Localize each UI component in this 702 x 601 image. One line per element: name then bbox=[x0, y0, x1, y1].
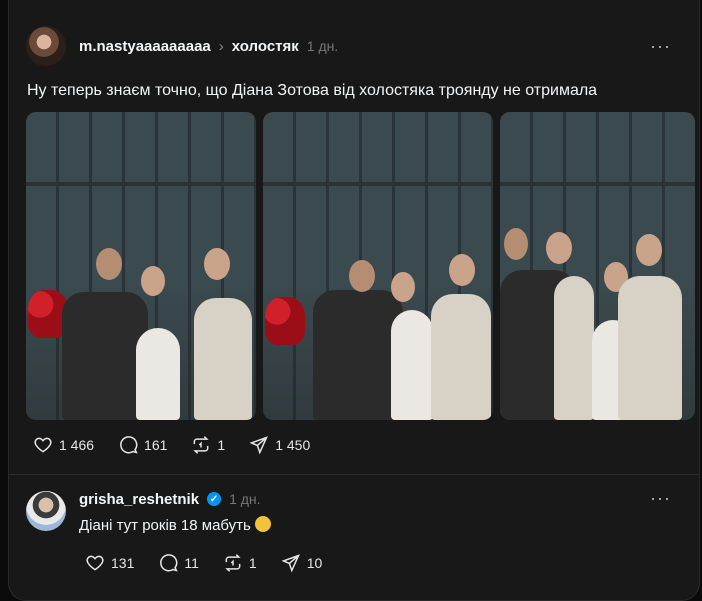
repost-icon bbox=[193, 436, 210, 454]
post-avatar[interactable] bbox=[26, 26, 66, 66]
person-head bbox=[349, 260, 375, 292]
person-head bbox=[96, 248, 122, 280]
comment-count: 161 bbox=[144, 437, 168, 453]
post-username[interactable]: m.nastyaaaaaaaaa bbox=[79, 38, 211, 55]
person-head bbox=[141, 266, 165, 296]
share-count: 10 bbox=[306, 555, 323, 571]
reply-avatar[interactable] bbox=[26, 491, 66, 531]
post-text: Ну теперь знаєм точно, що Діана Зотова в… bbox=[27, 82, 598, 99]
person-head bbox=[504, 228, 528, 260]
repost-icon bbox=[225, 554, 241, 572]
person-figure bbox=[431, 294, 491, 420]
verified-icon: ✓ bbox=[207, 492, 222, 506]
person-head bbox=[204, 248, 230, 280]
person-head bbox=[449, 254, 475, 286]
share-icon bbox=[281, 554, 300, 573]
reply-text-content: Діані тут років 18 мабуть bbox=[79, 517, 251, 534]
person-figure bbox=[194, 298, 252, 420]
reply-header: grisha_reshetnik ✓ 1 дн. bbox=[79, 487, 261, 511]
share-icon bbox=[249, 436, 269, 455]
person-figure bbox=[554, 276, 594, 420]
person-figure bbox=[618, 276, 682, 420]
like-button[interactable]: 131 bbox=[85, 553, 134, 573]
more-icon[interactable]: ··· bbox=[650, 36, 671, 57]
person-head bbox=[391, 272, 415, 302]
repost-button[interactable]: 1 bbox=[191, 435, 225, 455]
heart-icon bbox=[34, 437, 52, 453]
person-head bbox=[636, 234, 662, 266]
heart-icon bbox=[86, 555, 104, 571]
photo-2[interactable] bbox=[263, 112, 493, 420]
more-icon[interactable]: ··· bbox=[650, 488, 671, 509]
comment-count: 11 bbox=[184, 555, 199, 571]
share-button[interactable]: 1 450 bbox=[249, 435, 310, 455]
like-button[interactable]: 1 466 bbox=[33, 435, 94, 455]
post: m.nastyaaaaaaaaa › холостяк 1 дн. ··· Ну… bbox=[9, 0, 699, 475]
comment-button[interactable]: 161 bbox=[118, 435, 167, 455]
like-count: 1 466 bbox=[59, 437, 95, 453]
repost-button[interactable]: 1 bbox=[223, 553, 257, 573]
roses-image bbox=[265, 297, 305, 345]
photo-3[interactable] bbox=[500, 112, 695, 420]
comment-button[interactable]: 11 bbox=[158, 553, 199, 573]
person-head bbox=[546, 232, 572, 264]
person-figure bbox=[313, 290, 403, 420]
reply-username[interactable]: grisha_reshetnik bbox=[79, 491, 199, 508]
share-button[interactable]: 10 bbox=[281, 553, 323, 573]
post-actions: 1 466 161 1 1 450 bbox=[33, 435, 334, 455]
photo-gallery[interactable] bbox=[26, 112, 699, 420]
post-time: 1 дн. bbox=[306, 38, 339, 54]
reply-text: Діані тут років 18 мабуть bbox=[79, 516, 271, 534]
chevron-right-icon: › bbox=[218, 37, 224, 55]
reply-time: 1 дн. bbox=[229, 491, 261, 507]
post-header: m.nastyaaaaaaaaa › холостяк 1 дн. bbox=[79, 34, 338, 58]
comment-icon bbox=[160, 554, 179, 572]
repost-count: 1 bbox=[217, 437, 226, 453]
post-topic[interactable]: холостяк bbox=[232, 38, 299, 55]
share-count: 1 450 bbox=[275, 437, 311, 453]
reply-actions: 131 11 1 10 bbox=[85, 553, 346, 573]
person-figure bbox=[136, 328, 180, 420]
like-count: 131 bbox=[111, 555, 135, 571]
comment-icon bbox=[120, 436, 138, 454]
emoji-icon bbox=[254, 516, 271, 532]
person-figure bbox=[391, 310, 433, 420]
feed-card: m.nastyaaaaaaaaa › холостяк 1 дн. ··· Ну… bbox=[8, 0, 700, 601]
repost-count: 1 bbox=[248, 555, 257, 571]
photo-1[interactable] bbox=[26, 112, 256, 420]
